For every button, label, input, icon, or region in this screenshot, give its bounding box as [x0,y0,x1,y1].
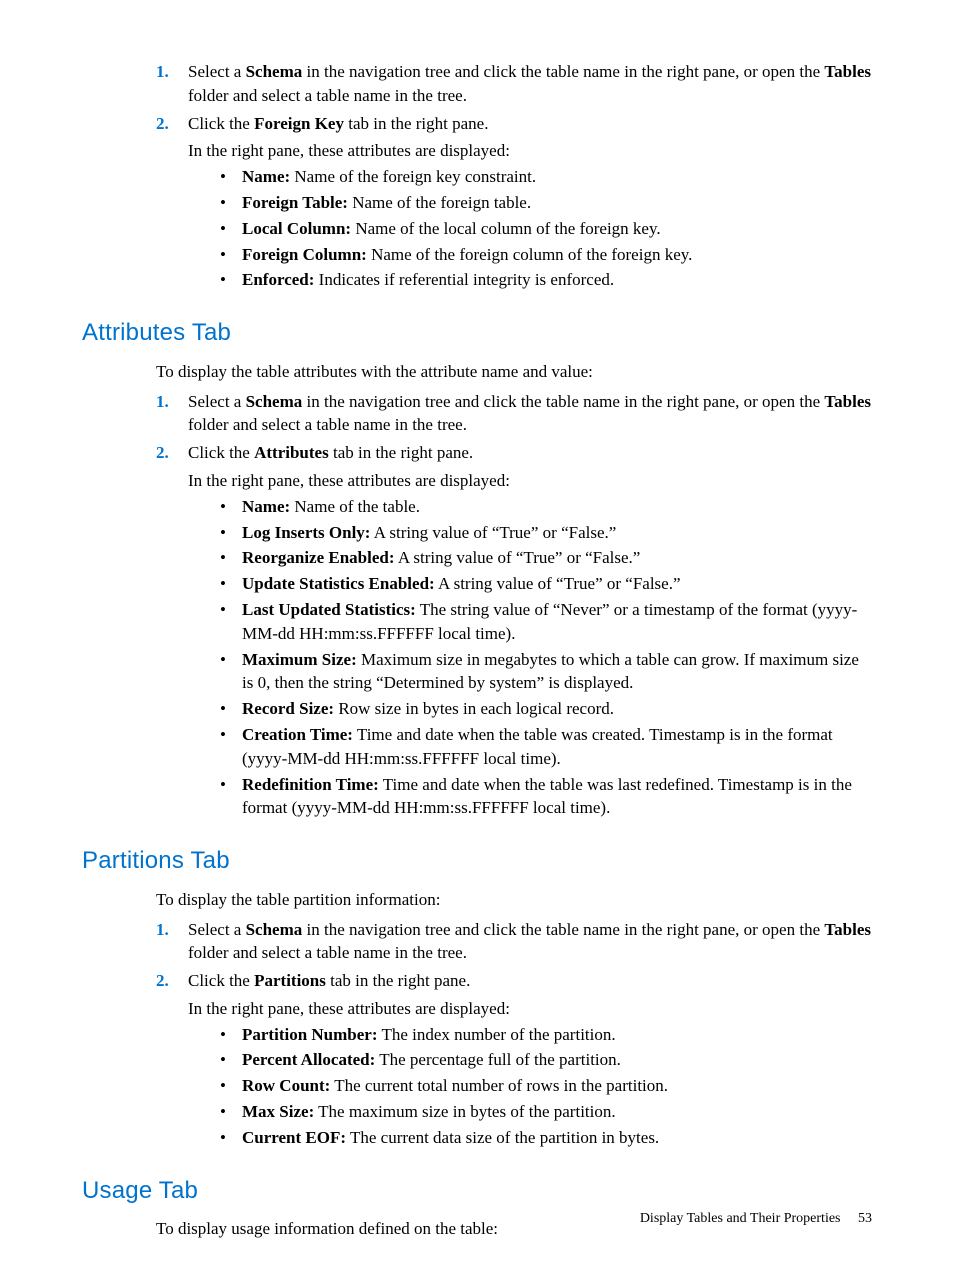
step-number: 1. [156,60,169,84]
list-item: Max Size: The maximum size in bytes of t… [220,1100,872,1124]
step-1: 1. Select a Schema in the navigation tre… [156,60,872,108]
list-item: Partition Number: The index number of th… [220,1023,872,1047]
step-text: Click the Foreign Key tab in the right p… [188,114,488,133]
step-number: 2. [156,441,169,465]
intro-text: To display the table attributes with the… [156,360,872,384]
step-number: 2. [156,969,169,993]
page-number: 53 [858,1211,872,1226]
list-item: Maximum Size: Maximum size in megabytes … [220,648,872,696]
step-text: Select a Schema in the navigation tree a… [188,62,871,105]
step-2: 2. Click the Partitions tab in the right… [156,969,872,1150]
list-item: Last Updated Statistics: The string valu… [220,598,872,646]
heading-attributes-tab: Attributes Tab [82,316,872,350]
intro-text: To display the table partition informati… [156,888,872,912]
partitions-attributes: Partition Number: The index number of th… [188,1023,872,1150]
step-text: Select a Schema in the navigation tree a… [188,920,871,963]
foreign-key-attributes: Name: Name of the foreign key constraint… [188,165,872,292]
list-item: Record Size: Row size in bytes in each l… [220,697,872,721]
step-text: Click the Partitions tab in the right pa… [188,971,470,990]
list-item: Foreign Table: Name of the foreign table… [220,191,872,215]
list-item: Current EOF: The current data size of th… [220,1126,872,1150]
list-item: Enforced: Indicates if referential integ… [220,268,872,292]
attributes-steps: 1. Select a Schema in the navigation tre… [156,390,872,821]
list-item: Update Statistics Enabled: A string valu… [220,572,872,596]
attributes-intro: In the right pane, these attributes are … [188,997,872,1021]
heading-usage-tab: Usage Tab [82,1174,872,1208]
step-text: Select a Schema in the navigation tree a… [188,392,871,435]
list-item: Foreign Column: Name of the foreign colu… [220,243,872,267]
list-item: Row Count: The current total number of r… [220,1074,872,1098]
step-number: 1. [156,918,169,942]
step-2: 2. Click the Attributes tab in the right… [156,441,872,820]
foreign-key-steps: 1. Select a Schema in the navigation tre… [156,60,872,292]
step-number: 2. [156,112,169,136]
document-page: 1. Select a Schema in the navigation tre… [0,0,954,1271]
list-item: Local Column: Name of the local column o… [220,217,872,241]
list-item: Creation Time: Time and date when the ta… [220,723,872,771]
attributes-intro: In the right pane, these attributes are … [188,139,872,163]
list-item: Name: Name of the table. [220,495,872,519]
list-item: Name: Name of the foreign key constraint… [220,165,872,189]
attributes-intro: In the right pane, these attributes are … [188,469,872,493]
partitions-steps: 1. Select a Schema in the navigation tre… [156,918,872,1150]
heading-partitions-tab: Partitions Tab [82,844,872,878]
footer-title: Display Tables and Their Properties [640,1211,841,1226]
attributes-list: Name: Name of the table. Log Inserts Onl… [188,495,872,820]
list-item: Log Inserts Only: A string value of “Tru… [220,521,872,545]
list-item: Percent Allocated: The percentage full o… [220,1048,872,1072]
step-number: 1. [156,390,169,414]
step-1: 1. Select a Schema in the navigation tre… [156,390,872,438]
list-item: Reorganize Enabled: A string value of “T… [220,546,872,570]
step-text: Click the Attributes tab in the right pa… [188,443,473,462]
list-item: Redefinition Time: Time and date when th… [220,773,872,821]
step-2: 2. Click the Foreign Key tab in the righ… [156,112,872,293]
step-1: 1. Select a Schema in the navigation tre… [156,918,872,966]
page-footer: Display Tables and Their Properties 53 [640,1209,872,1229]
